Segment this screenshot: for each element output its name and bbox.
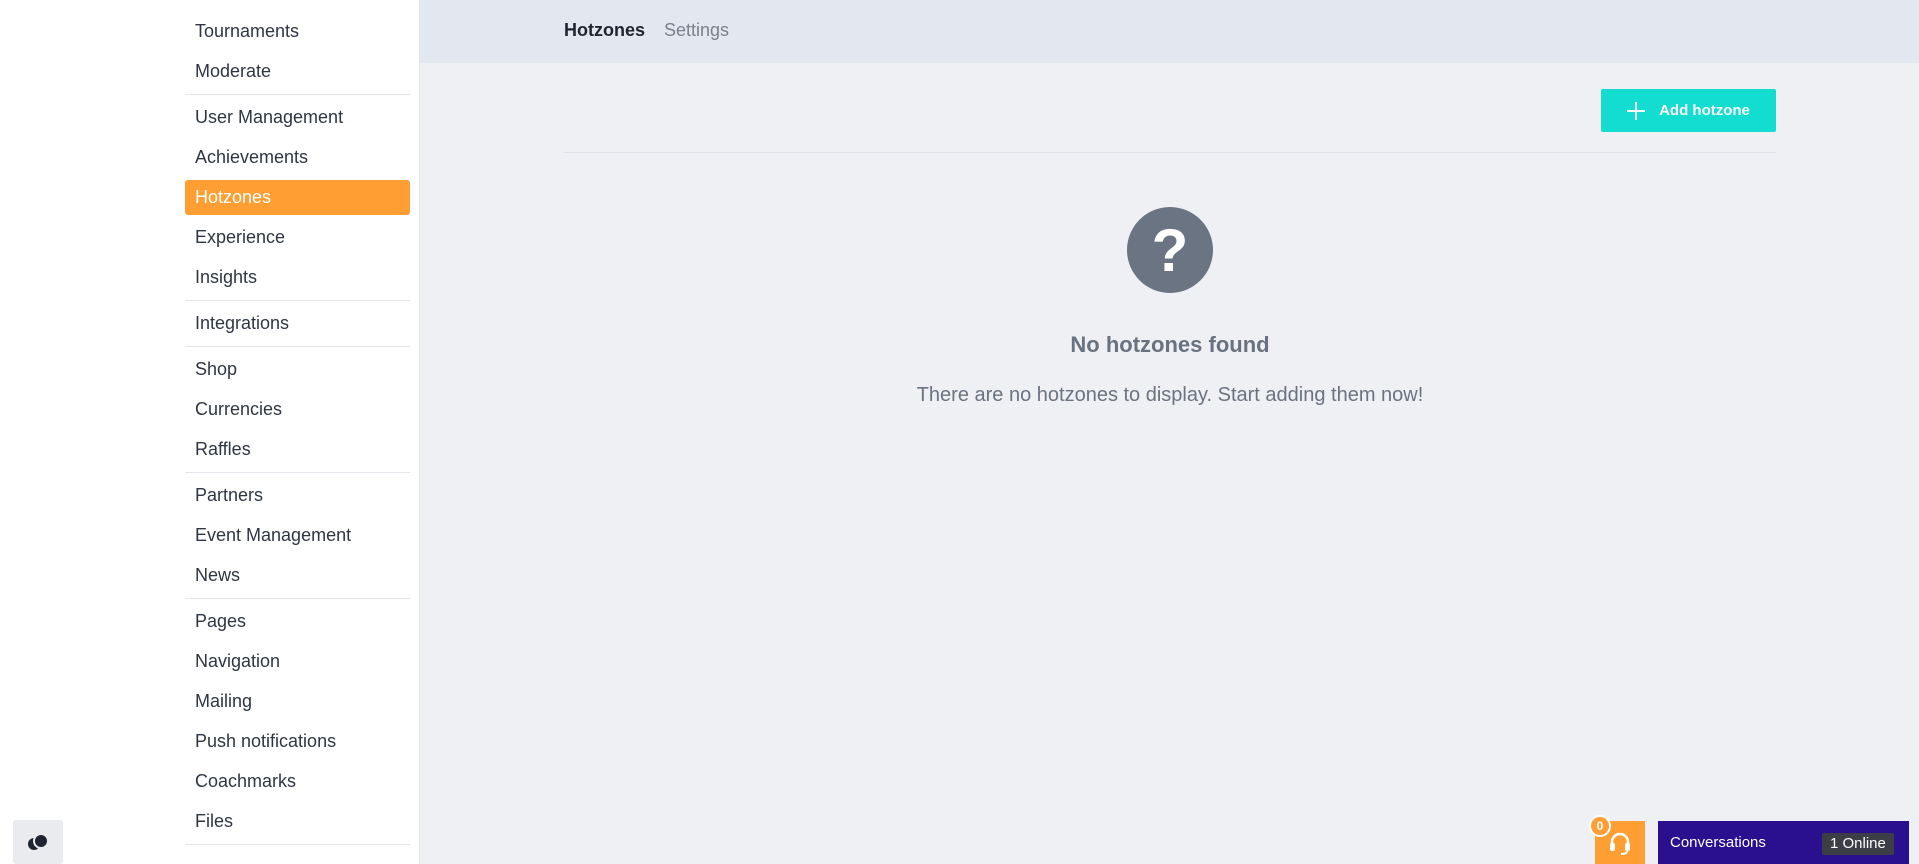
- conversations-label: Conversations: [1670, 834, 1766, 851]
- sidebar-item-insights[interactable]: Insights: [185, 260, 410, 295]
- sidebar-item-mailing[interactable]: Mailing: [185, 684, 410, 719]
- sidebar: Tournaments Moderate User Management Ach…: [0, 0, 420, 864]
- sidebar-item-pages[interactable]: Pages: [185, 604, 410, 639]
- notification-badge: 0: [1589, 815, 1611, 837]
- nav-group-4: Shop Currencies Raffles: [185, 352, 410, 473]
- sidebar-item-coachmarks[interactable]: Coachmarks: [185, 764, 410, 799]
- sidebar-item-push-notifications[interactable]: Push notifications: [185, 724, 410, 759]
- tab-settings[interactable]: Settings: [664, 0, 729, 60]
- add-hotzone-button[interactable]: Add hotzone: [1601, 89, 1776, 132]
- main-content: Hotzones Settings Add hotzone ? No hotzo…: [420, 0, 1919, 864]
- online-count-badge: 1 Online: [1822, 833, 1894, 855]
- sidebar-item-shop[interactable]: Shop: [185, 352, 410, 387]
- nav-group-1: Tournaments Moderate: [185, 14, 410, 95]
- sidebar-item-partners[interactable]: Partners: [185, 478, 410, 513]
- sidebar-item-user-management[interactable]: User Management: [185, 100, 410, 135]
- conversations-bar[interactable]: Conversations 1 Online: [1658, 821, 1909, 864]
- sidebar-nav: Tournaments Moderate User Management Ach…: [185, 14, 410, 850]
- theme-toggle-icon: [28, 833, 49, 850]
- nav-group-3: Integrations: [185, 306, 410, 347]
- sidebar-item-tournaments[interactable]: Tournaments: [185, 14, 410, 49]
- tab-hotzones[interactable]: Hotzones: [564, 0, 645, 60]
- sidebar-item-integrations[interactable]: Integrations: [185, 306, 410, 341]
- sidebar-item-navigation[interactable]: Navigation: [185, 644, 410, 679]
- sidebar-item-experience[interactable]: Experience: [185, 220, 410, 255]
- plus-icon: [1627, 101, 1646, 120]
- nav-group-6: Pages Navigation Mailing Push notificati…: [185, 604, 410, 845]
- sidebar-item-achievements[interactable]: Achievements: [185, 140, 410, 175]
- sidebar-item-files[interactable]: Files: [185, 804, 410, 839]
- nav-group-2: User Management Achievements Hotzones Ex…: [185, 100, 410, 301]
- top-tab-bar: Hotzones Settings: [420, 0, 1919, 63]
- sidebar-item-event-management[interactable]: Event Management: [185, 518, 410, 553]
- empty-state-title: No hotzones found: [1070, 332, 1270, 357]
- divider: [564, 152, 1776, 153]
- sidebar-item-currencies[interactable]: Currencies: [185, 392, 410, 427]
- headset-icon: [1610, 832, 1630, 855]
- empty-state-text: There are no hotzones to display. Start …: [916, 384, 1424, 406]
- question-circle-icon: ?: [1127, 207, 1213, 293]
- sidebar-item-moderate[interactable]: Moderate: [185, 54, 410, 89]
- sidebar-item-news[interactable]: News: [185, 558, 410, 593]
- theme-toggle-button[interactable]: [13, 820, 63, 864]
- nav-group-5: Partners Event Management News: [185, 478, 410, 599]
- add-hotzone-label: Add hotzone: [1659, 102, 1750, 119]
- sidebar-item-raffles[interactable]: Raffles: [185, 432, 410, 467]
- sidebar-item-hotzones[interactable]: Hotzones: [185, 180, 410, 215]
